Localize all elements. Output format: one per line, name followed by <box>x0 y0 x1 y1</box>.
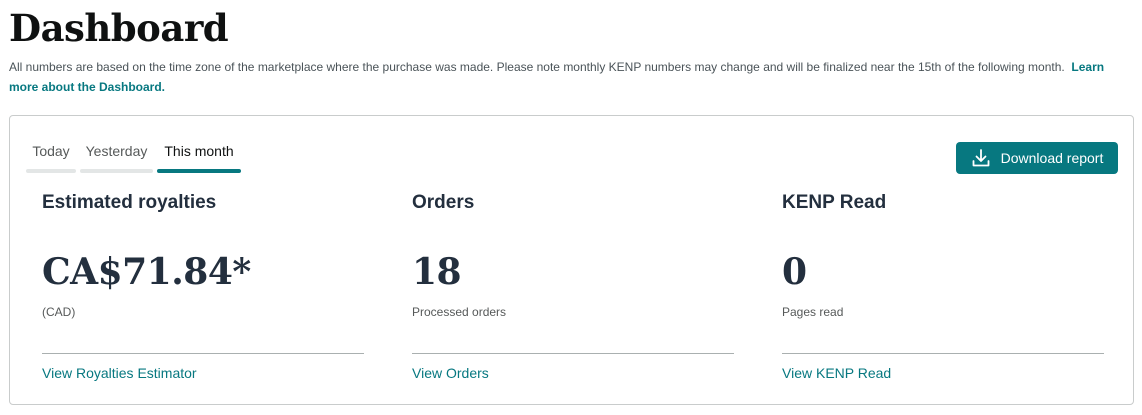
processed-orders-label: Processed orders <box>412 305 507 319</box>
tab-label: Yesterday <box>85 143 148 159</box>
divider <box>412 353 734 354</box>
pages-read-label: Pages read <box>782 305 844 319</box>
intro-text: All numbers are based on the time zone o… <box>9 60 1065 74</box>
dashboard-card: Today Yesterday This month Download repo… <box>9 115 1134 405</box>
download-icon <box>971 148 991 168</box>
tab-label: Today <box>32 143 70 159</box>
royalties-value: CA$71.84* <box>42 251 251 293</box>
tab-underline-active <box>157 169 241 173</box>
page-title: Dashboard <box>9 6 229 50</box>
orders-value: 18 <box>412 251 462 293</box>
view-royalties-estimator-link[interactable]: View Royalties Estimator <box>42 364 197 382</box>
tab-yesterday[interactable]: Yesterday <box>80 142 153 173</box>
currency-label: (CAD) <box>42 305 76 319</box>
kenp-value: 0 <box>782 251 807 293</box>
metric-heading: Orders <box>412 192 475 213</box>
download-report-button[interactable]: Download report <box>956 142 1118 174</box>
tab-today[interactable]: Today <box>26 142 76 173</box>
metric-heading: Estimated royalties <box>42 192 217 213</box>
view-kenp-read-link[interactable]: View KENP Read <box>782 364 891 382</box>
tab-underline <box>80 169 153 173</box>
divider <box>42 353 364 354</box>
metric-orders: Orders 18 Processed orders View Orders <box>412 192 734 381</box>
metric-kenp-read: KENP Read 0 Pages read View KENP Read <box>782 192 1104 381</box>
tab-underline <box>26 169 76 173</box>
divider <box>782 353 1104 354</box>
view-orders-link[interactable]: View Orders <box>412 364 489 382</box>
download-report-label: Download report <box>1000 150 1104 166</box>
tab-label: This month <box>164 143 234 159</box>
metric-estimated-royalties: Estimated royalties CA$71.84* (CAD) View… <box>42 192 364 381</box>
tab-this-month[interactable]: This month <box>157 142 241 173</box>
dashboard-intro: All numbers are based on the time zone o… <box>9 57 1119 97</box>
metric-heading: KENP Read <box>782 192 887 213</box>
